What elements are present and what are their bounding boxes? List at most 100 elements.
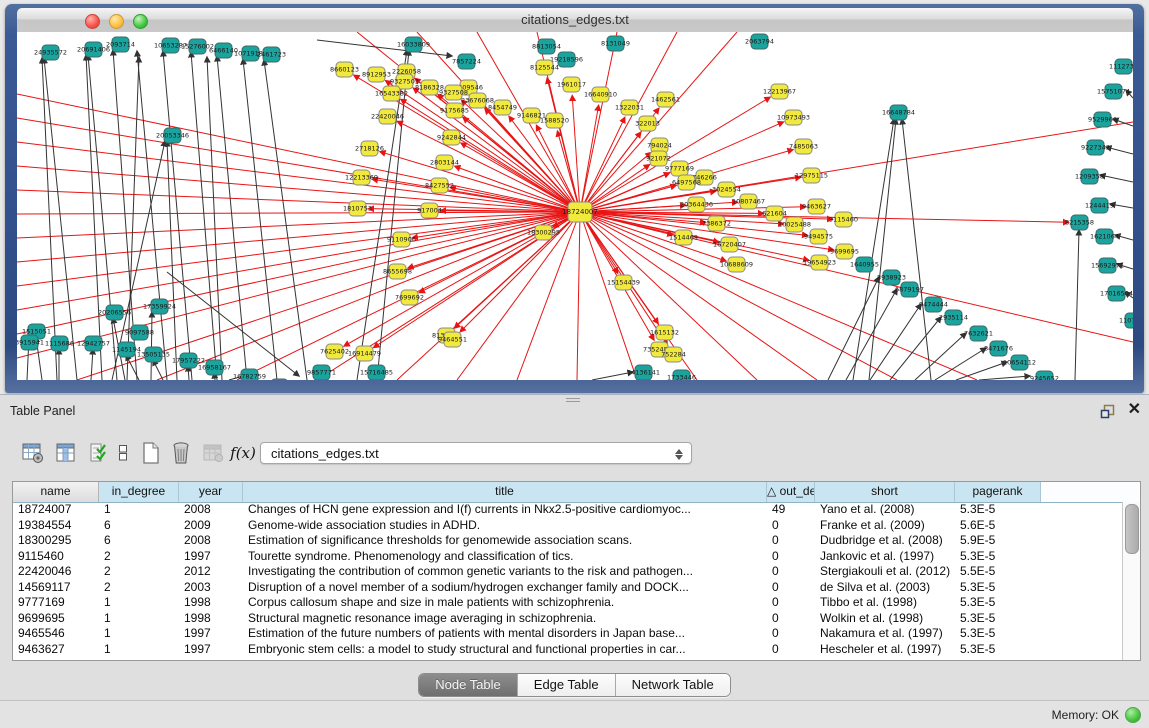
graph-node[interactable]: 12975115 <box>795 168 828 183</box>
graph-node[interactable]: 1462561 <box>651 92 680 107</box>
delete-column-icon[interactable] <box>168 439 194 467</box>
graph-node[interactable]: 9245652 <box>1030 371 1059 380</box>
graph-node[interactable]: 15716485 <box>360 365 393 380</box>
table-row[interactable]: 969969511998Structural magnetic resonanc… <box>13 611 1123 627</box>
graph-node[interactable]: 7857224 <box>452 54 481 69</box>
float-panel-icon[interactable] <box>1100 404 1116 419</box>
graph-node[interactable]: 1107533 <box>1119 313 1133 328</box>
graph-node[interactable]: 17016504 <box>1100 286 1133 301</box>
graph-node[interactable]: 9115460 <box>829 212 858 227</box>
vertical-scrollbar[interactable] <box>1122 502 1140 660</box>
graph-node[interactable]: 9699695 <box>830 244 859 259</box>
graph-node[interactable]: 3024554 <box>712 182 741 197</box>
table-row[interactable]: 946554611997Estimation of the future num… <box>13 626 1123 642</box>
graph-node[interactable]: 9463627 <box>802 199 831 214</box>
graph-node[interactable]: 9175685 <box>440 103 469 118</box>
graph-node[interactable]: 6879197 <box>895 282 924 297</box>
graph-node[interactable]: 12923446 <box>263 379 296 380</box>
graph-node[interactable]: 322013 <box>635 116 660 131</box>
network-canvas[interactable]: 2493557220691406209371410653287152760026… <box>17 32 1133 380</box>
graph-node[interactable]: 1621064 <box>1090 229 1119 244</box>
graph-node[interactable]: 2718126 <box>355 141 384 156</box>
tab-network-table[interactable]: Network Table <box>616 674 730 696</box>
graph-node[interactable]: 14136141 <box>627 365 660 380</box>
graph-node[interactable]: 16914479 <box>348 346 381 361</box>
scrollbar-thumb[interactable] <box>1125 504 1139 554</box>
graph-node[interactable]: 19654923 <box>803 255 836 270</box>
table-row[interactable]: 1456911722003Disruption of a novel membe… <box>13 580 1123 596</box>
tab-node-table[interactable]: Node Table <box>419 674 518 696</box>
table-selector-dropdown[interactable]: citations_edges.txt <box>260 442 692 464</box>
graph-node[interactable]: 10688609 <box>720 257 753 272</box>
graph-node[interactable]: 2093714 <box>106 37 135 52</box>
graph-node[interactable]: 9494575 <box>804 229 833 244</box>
graph-node[interactable]: 1244419 <box>1085 198 1114 213</box>
column-header-name[interactable]: name <box>13 482 99 502</box>
graph-node[interactable]: 16782759 <box>233 369 266 380</box>
window-titlebar[interactable]: citations_edges.txt <box>17 8 1133 33</box>
graph-node[interactable]: 10807467 <box>732 194 765 209</box>
table-row[interactable]: 2242004622012Investigating the contribut… <box>13 564 1123 580</box>
table-cell: Nakamura et al. (1997) <box>815 626 955 642</box>
panel-resize-handle[interactable] <box>566 396 580 403</box>
column-header-short[interactable]: short <box>815 482 955 502</box>
graph-node[interactable]: 8215358 <box>1065 215 1094 230</box>
select-all-columns-icon[interactable] <box>86 439 112 467</box>
svg-text:1640955: 1640955 <box>850 261 879 269</box>
graph-node[interactable]: 12942757 <box>77 336 110 351</box>
close-panel-icon[interactable]: ✕ <box>1128 401 1141 419</box>
graph-node[interactable]: 7485063 <box>789 139 818 154</box>
graph-node[interactable]: 9227342 <box>1081 140 1110 155</box>
graph-node[interactable]: 16640910 <box>584 87 617 102</box>
graph-node[interactable]: 621604 <box>762 206 787 221</box>
graph-node[interactable]: 1615132 <box>650 325 679 340</box>
table-row[interactable]: 977716911998Corpus callosum shape and si… <box>13 595 1123 611</box>
delete-table-icon[interactable] <box>200 439 226 467</box>
column-header-in_degree[interactable]: in_degree <box>99 482 179 502</box>
graph-node[interactable]: 1961017 <box>557 77 586 92</box>
table-row[interactable]: 1938455462009Genome-wide association stu… <box>13 518 1123 534</box>
graph-node[interactable]: 8471676 <box>984 341 1013 356</box>
table-settings-icon[interactable] <box>20 439 46 467</box>
memory-status-icon[interactable] <box>1125 707 1141 723</box>
table-row[interactable]: 1830029562008Estimation of significance … <box>13 533 1123 549</box>
graph-node[interactable]: 16648784 <box>882 105 915 120</box>
graph-node[interactable]: 2063794 <box>745 34 774 49</box>
graph-node[interactable]: 1209358 <box>1075 169 1104 184</box>
table-row[interactable]: 1872400712008Changes of HCN gene express… <box>13 502 1123 518</box>
graph-node[interactable]: 1115686 <box>45 336 74 351</box>
graph-node[interactable]: 8660123 <box>330 62 359 77</box>
graph-node[interactable]: 17359924 <box>143 299 176 314</box>
graph-node[interactable]: 8813054 <box>532 39 561 54</box>
graph-node[interactable]: 10654112 <box>1003 355 1036 370</box>
graph-node[interactable]: 8912953 <box>362 67 391 82</box>
graph-node[interactable]: 2935114 <box>939 310 968 325</box>
graph-node[interactable]: 15692971 <box>1091 258 1124 273</box>
graph-node[interactable]: 20053346 <box>156 128 189 143</box>
graph-node[interactable]: 15751074 <box>1097 84 1130 99</box>
column-header-year[interactable]: year <box>179 482 243 502</box>
graph-node[interactable]: 9529966 <box>1088 112 1117 127</box>
table-row[interactable]: 946362711997Embryonic stem cells: a mode… <box>13 642 1123 658</box>
table-row[interactable]: 911546021997Tourette syndrome. Phenomeno… <box>13 549 1123 565</box>
graph-node[interactable]: 12213967 <box>763 84 796 99</box>
graph-node[interactable]: 7632621 <box>964 326 993 341</box>
graph-node[interactable]: 917004 <box>417 203 442 218</box>
column-header-out_de[interactable]: △ out_de... <box>767 482 815 502</box>
graph-node[interactable]: 9857771 <box>307 365 336 380</box>
column-header-title[interactable]: title <box>243 482 767 502</box>
graph-node[interactable]: 1112733 <box>1109 59 1133 74</box>
graph-node[interactable]: 1640955 <box>850 257 879 272</box>
graph-node[interactable]: 10025488 <box>778 217 811 232</box>
graph-node[interactable]: 12213369 <box>345 170 378 185</box>
new-table-icon[interactable] <box>138 439 164 467</box>
row-height-icon[interactable] <box>114 439 132 467</box>
graph-node[interactable]: 24935572 <box>34 45 67 60</box>
graph-node[interactable]: 7386372 <box>702 216 731 231</box>
function-builder-icon[interactable]: f(x) <box>230 439 256 467</box>
graph-node[interactable]: 8131049 <box>601 36 630 51</box>
graph-node[interactable]: 15154439 <box>607 275 640 290</box>
column-header-pagerank[interactable]: pagerank <box>955 482 1041 502</box>
show-columns-icon[interactable] <box>53 439 79 467</box>
tab-edge-table[interactable]: Edge Table <box>518 674 616 696</box>
